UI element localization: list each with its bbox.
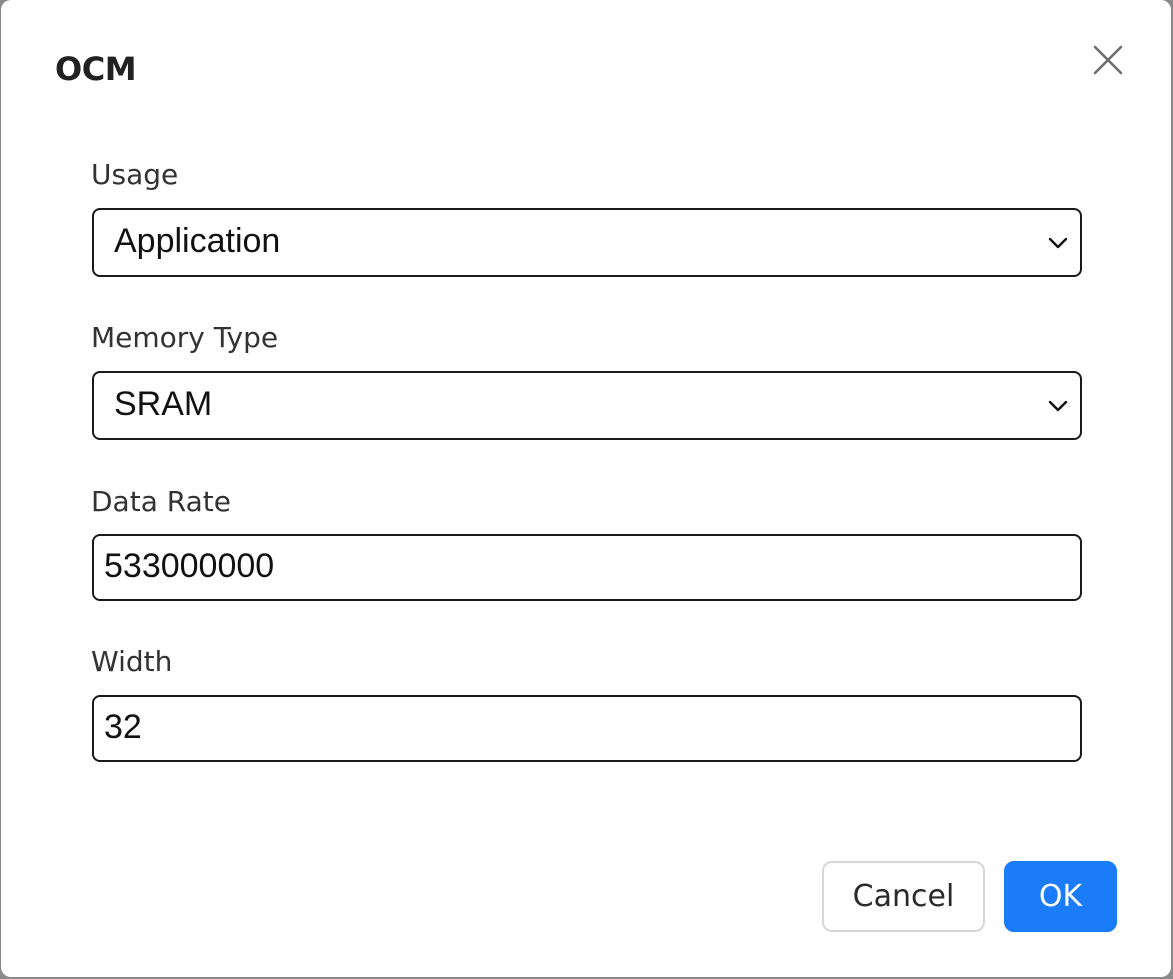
chevron-down-icon xyxy=(1048,237,1068,249)
width-input[interactable]: 32 xyxy=(92,695,1082,762)
usage-select[interactable]: Application xyxy=(92,208,1082,277)
dialog-title: OCM xyxy=(55,50,137,88)
usage-label: Usage xyxy=(91,158,179,191)
usage-selected-value: Application xyxy=(114,222,281,260)
cancel-button[interactable]: Cancel xyxy=(822,861,985,932)
close-icon xyxy=(1093,45,1123,75)
chevron-down-icon xyxy=(1048,400,1068,412)
width-label: Width xyxy=(91,645,173,678)
data-rate-value: 533000000 xyxy=(104,547,275,585)
ok-button[interactable]: OK xyxy=(1004,861,1117,932)
memory-type-select[interactable]: SRAM xyxy=(92,371,1082,440)
close-button[interactable] xyxy=(1088,40,1128,80)
data-rate-label: Data Rate xyxy=(91,485,231,518)
data-rate-input[interactable]: 533000000 xyxy=(92,534,1082,601)
memory-type-selected-value: SRAM xyxy=(114,385,213,423)
memory-type-label: Memory Type xyxy=(91,321,279,354)
ocm-dialog: OCM Usage Application Memory Type SRAM D… xyxy=(1,0,1171,977)
width-value: 32 xyxy=(104,708,142,746)
